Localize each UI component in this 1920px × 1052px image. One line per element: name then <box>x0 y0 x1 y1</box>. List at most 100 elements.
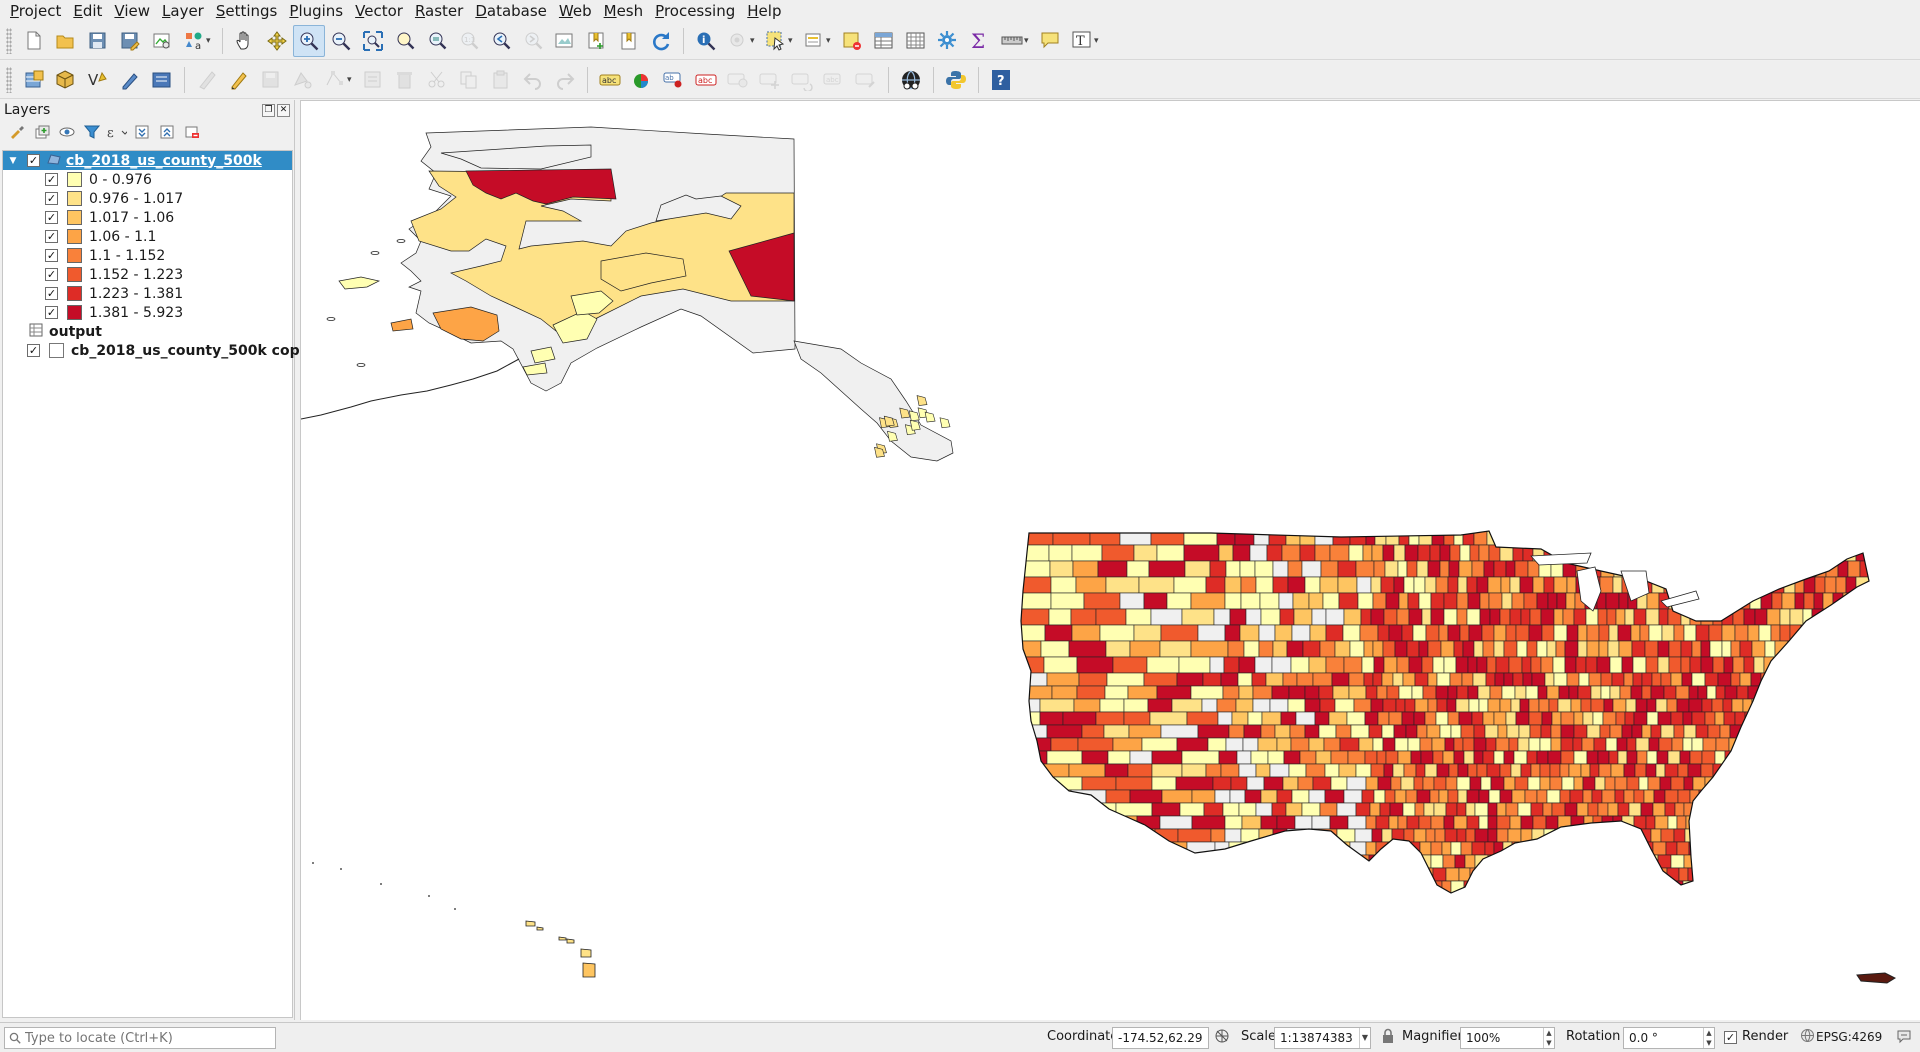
county-polygon[interactable] <box>1700 608 1714 626</box>
county-polygon[interactable] <box>1568 763 1582 778</box>
county-polygon[interactable] <box>1493 640 1505 658</box>
county-polygon[interactable] <box>1758 828 1769 843</box>
county-polygon[interactable] <box>1586 750 1599 765</box>
county-polygon[interactable] <box>1577 640 1588 658</box>
county-polygon[interactable] <box>1859 624 1871 642</box>
county-polygon[interactable] <box>1578 828 1591 843</box>
county-polygon[interactable] <box>1280 841 1300 856</box>
county-polygon[interactable] <box>1408 841 1421 856</box>
county-polygon[interactable] <box>1133 544 1158 562</box>
county-polygon[interactable] <box>1542 529 1557 546</box>
county-polygon[interactable] <box>1274 624 1293 642</box>
county-polygon[interactable] <box>1559 854 1573 869</box>
open-project-button[interactable] <box>50 25 82 57</box>
county-polygon[interactable] <box>1568 685 1579 700</box>
county-polygon[interactable] <box>1597 750 1610 765</box>
county-polygon[interactable] <box>1225 737 1244 752</box>
county-polygon[interactable] <box>1530 763 1541 778</box>
county-polygon[interactable] <box>1588 672 1602 687</box>
county-polygon[interactable] <box>1614 789 1625 804</box>
county-polygon[interactable] <box>1404 698 1416 713</box>
legend-item[interactable]: ✓ 0.976 - 1.017 <box>3 189 183 208</box>
county-polygon[interactable] <box>1599 576 1614 594</box>
county-polygon[interactable] <box>1247 711 1263 726</box>
county-polygon[interactable] <box>1503 672 1514 687</box>
county-polygon[interactable] <box>1418 815 1432 830</box>
county-polygon[interactable] <box>1424 711 1437 726</box>
county-polygon[interactable] <box>1677 789 1691 804</box>
python-console-button[interactable] <box>940 64 972 96</box>
county-polygon[interactable] <box>1279 867 1296 882</box>
county-polygon[interactable] <box>1560 724 1575 739</box>
county-polygon[interactable] <box>1616 854 1628 869</box>
county-polygon[interactable] <box>1017 828 1048 843</box>
county-polygon[interactable] <box>1417 544 1431 562</box>
county-polygon[interactable] <box>1177 828 1212 843</box>
county-polygon[interactable] <box>1017 544 1050 562</box>
county-polygon[interactable] <box>1841 789 1855 804</box>
county-polygon[interactable] <box>1857 685 1871 700</box>
county-polygon[interactable] <box>1431 737 1446 752</box>
county-polygon[interactable] <box>1867 841 1877 856</box>
county-polygon[interactable] <box>1621 724 1633 739</box>
county-polygon[interactable] <box>1189 854 1223 869</box>
county-polygon[interactable] <box>1536 592 1549 610</box>
county-polygon[interactable] <box>1607 640 1620 658</box>
county-polygon[interactable] <box>1819 640 1832 658</box>
county-polygon[interactable] <box>1377 776 1392 791</box>
county-polygon[interactable] <box>1190 592 1226 610</box>
county-polygon[interactable] <box>1422 894 1431 907</box>
county-polygon[interactable] <box>1516 640 1528 658</box>
county-polygon[interactable] <box>1577 685 1592 700</box>
county-polygon[interactable] <box>1539 763 1551 778</box>
puerto-rico[interactable] <box>1856 972 1897 984</box>
county-polygon[interactable] <box>1608 529 1620 546</box>
county-polygon[interactable] <box>1129 789 1163 804</box>
county-polygon[interactable] <box>1606 894 1618 907</box>
county-polygon[interactable] <box>1460 724 1475 739</box>
county-polygon[interactable] <box>1488 592 1503 610</box>
county-polygon[interactable] <box>1500 576 1511 594</box>
county-polygon[interactable] <box>1401 711 1415 726</box>
county-polygon[interactable] <box>1657 711 1672 726</box>
county-polygon[interactable] <box>1616 737 1628 752</box>
county-polygon[interactable] <box>1246 841 1263 856</box>
county-polygon[interactable] <box>1627 529 1639 546</box>
county-polygon[interactable] <box>1617 750 1628 765</box>
county-polygon[interactable] <box>1622 867 1637 882</box>
county-polygon[interactable] <box>1538 880 1549 894</box>
show-bookmarks-button[interactable] <box>613 25 645 57</box>
county-polygon[interactable] <box>1101 544 1135 562</box>
county-polygon[interactable] <box>1497 724 1508 739</box>
county-polygon[interactable] <box>1612 576 1623 594</box>
county-polygon[interactable] <box>1394 640 1408 658</box>
county-polygon[interactable] <box>1150 608 1183 626</box>
county-polygon[interactable] <box>1830 724 1842 739</box>
county-polygon[interactable] <box>1105 789 1131 804</box>
county-polygon[interactable] <box>1017 576 1052 594</box>
county-polygon[interactable] <box>1528 624 1543 642</box>
county-polygon[interactable] <box>1408 608 1423 626</box>
county-polygon[interactable] <box>1546 685 1560 700</box>
county-polygon[interactable] <box>1552 656 1566 674</box>
county-polygon[interactable] <box>1343 608 1362 626</box>
hawaii-county[interactable] <box>582 962 596 978</box>
county-polygon[interactable] <box>1205 763 1222 778</box>
county-polygon[interactable] <box>1709 640 1723 658</box>
county-polygon[interactable] <box>1478 698 1489 713</box>
county-polygon[interactable] <box>1103 724 1130 739</box>
county-polygon[interactable] <box>1304 724 1320 739</box>
county-polygon[interactable] <box>1509 815 1522 830</box>
zoom-out-button[interactable] <box>325 25 357 57</box>
county-polygon[interactable] <box>1329 815 1349 830</box>
county-polygon[interactable] <box>1260 815 1278 830</box>
map-tips-button[interactable] <box>1034 25 1066 57</box>
county-polygon[interactable] <box>1479 592 1490 610</box>
county-polygon[interactable] <box>1637 529 1650 546</box>
county-polygon[interactable] <box>1614 776 1628 791</box>
county-choropleth-map[interactable] <box>301 101 1920 1020</box>
county-polygon[interactable] <box>1427 698 1438 713</box>
county-polygon[interactable] <box>1700 763 1714 778</box>
county-polygon[interactable] <box>1617 624 1632 642</box>
county-polygon[interactable] <box>1799 894 1811 907</box>
